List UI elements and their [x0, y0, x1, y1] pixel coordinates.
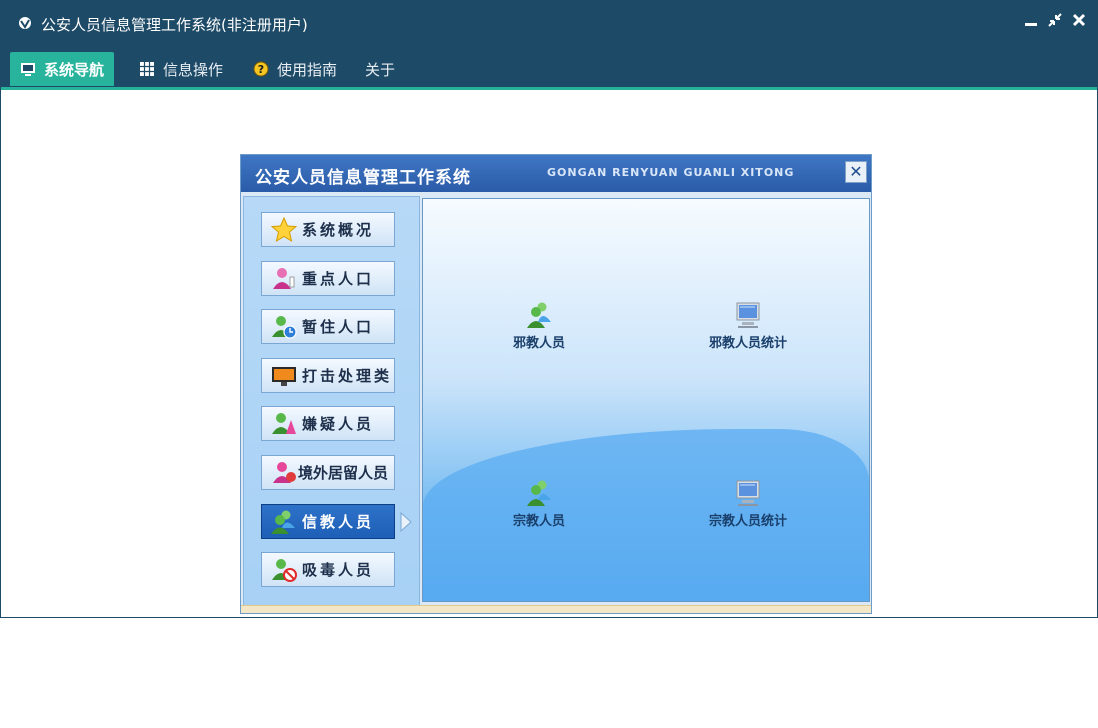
- svg-text:?: ?: [258, 63, 264, 76]
- menu-label: 关于: [365, 60, 396, 79]
- sidebar-item-label: 重点人口: [302, 270, 375, 288]
- menu-system-nav[interactable]: 系统导航: [10, 52, 115, 86]
- close-icon[interactable]: [1071, 13, 1087, 29]
- item-cult-members-stats[interactable]: 邪教人员统计: [688, 300, 808, 351]
- sidebar-item-label: 暂住人口: [302, 318, 375, 336]
- users-icon: [527, 480, 551, 506]
- main-panel: 邪教人员 邪教人员统计 宗教人员 宗教人员统计: [422, 198, 870, 602]
- item-label: 邪教人员: [512, 336, 565, 351]
- user-alert-icon: [273, 267, 295, 289]
- menu-info-ops[interactable]: 信息操作: [129, 52, 233, 86]
- app-subtitle: GONGAN RENYUAN GUANLI XITONG: [547, 166, 795, 179]
- menu-user-guide[interactable]: ? 使用指南: [243, 52, 347, 86]
- sidebar-item-religious-believers[interactable]: 信教人员: [261, 504, 395, 539]
- app-logo-icon: [19, 17, 31, 29]
- title-bar: 公安人员信息管理工作系统(非注册用户): [1, 1, 1097, 45]
- menu-label: 系统导航: [44, 60, 105, 79]
- minimize-icon[interactable]: [1023, 13, 1039, 29]
- monitor-icon: [272, 366, 296, 386]
- users-icon: [271, 510, 295, 534]
- grid-icon: [140, 62, 154, 76]
- user-group-icon: [273, 461, 296, 483]
- app-header: 公安人员信息管理工作系统 GONGAN RENYUAN GUANLI XITON…: [241, 155, 871, 192]
- computer-icon: [736, 302, 760, 328]
- help-icon: ?: [253, 61, 269, 77]
- user-clock-icon: [272, 315, 297, 339]
- sidebar-item-label: 境外居留人员: [298, 464, 389, 482]
- item-religious-members[interactable]: 宗教人员: [479, 478, 599, 529]
- sidebar-item-label: 信教人员: [302, 513, 375, 531]
- sidebar-item-temporary-residents[interactable]: 暂住人口: [261, 309, 395, 344]
- computer-icon: [736, 480, 760, 506]
- content-area: 公安人员信息管理工作系统 GONGAN RENYUAN GUANLI XITON…: [1, 90, 1097, 617]
- item-label: 邪教人员统计: [708, 336, 787, 351]
- item-label: 宗教人员统计: [708, 514, 787, 529]
- sidebar-item-label: 嫌疑人员: [302, 415, 375, 433]
- chevron-right-icon: [400, 512, 412, 532]
- item-cult-members[interactable]: 邪教人员: [479, 300, 599, 351]
- menu-about[interactable]: 关于: [355, 52, 405, 86]
- sidebar-item-crackdown[interactable]: 打击处理类: [261, 358, 395, 393]
- sidebar-item-suspects[interactable]: 嫌疑人员: [261, 406, 395, 441]
- monitor-icon: [21, 63, 35, 76]
- sidebar: 系统概况 重点人口 暂住人口 打击处理类 嫌疑人员 境外居留人员 信教人员 吸毒…: [243, 196, 420, 606]
- item-label: 宗教人员: [512, 514, 565, 529]
- menu-label: 使用指南: [277, 60, 338, 79]
- embedded-app-window: 公安人员信息管理工作系统 GONGAN RENYUAN GUANLI XITON…: [240, 154, 872, 614]
- users-icon: [527, 302, 551, 328]
- user-forbidden-icon: [272, 558, 297, 582]
- window-controls: [1023, 13, 1087, 29]
- sidebar-item-system-overview[interactable]: 系统概况: [261, 212, 395, 247]
- item-religious-members-stats[interactable]: 宗教人员统计: [688, 478, 808, 529]
- app-title: 公安人员信息管理工作系统: [255, 168, 471, 188]
- app-footer: [241, 605, 871, 613]
- sidebar-item-label: 系统概况: [302, 221, 375, 239]
- sidebar-item-label: 吸毒人员: [302, 561, 375, 579]
- sidebar-item-key-population[interactable]: 重点人口: [261, 261, 395, 296]
- star-icon: [270, 216, 298, 242]
- menu-bar: 系统导航 信息操作 ? 使用指南 关于: [1, 45, 1097, 90]
- sidebar-item-label: 打击处理类: [302, 367, 393, 385]
- window-title: 公安人员信息管理工作系统(非注册用户): [41, 16, 308, 34]
- restore-icon[interactable]: [1047, 13, 1063, 29]
- menu-label: 信息操作: [163, 60, 224, 79]
- app-close-button[interactable]: ✕: [845, 161, 867, 183]
- sidebar-item-drug-users[interactable]: 吸毒人员: [261, 552, 395, 587]
- main-window: 公安人员信息管理工作系统(非注册用户) 系统导航 信息操作 ? 使用指南 关于 …: [0, 0, 1098, 618]
- sidebar-item-overseas-residents[interactable]: 境外居留人员: [261, 455, 395, 490]
- user-alert-icon: [272, 412, 296, 434]
